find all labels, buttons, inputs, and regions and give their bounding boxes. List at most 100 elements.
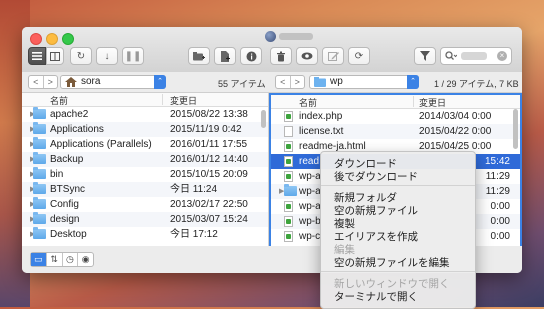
html-file-icon bbox=[284, 156, 293, 167]
modified-date: 0:00 bbox=[490, 231, 510, 242]
info-button[interactable] bbox=[240, 47, 262, 65]
new-file-button[interactable] bbox=[214, 47, 236, 65]
pause-button[interactable]: ❚❚ bbox=[122, 47, 144, 65]
file-name: Applications bbox=[50, 124, 104, 135]
file-name: wp-a bbox=[299, 186, 321, 197]
php-file-icon bbox=[284, 171, 293, 182]
left-vertical-scrollbar[interactable] bbox=[261, 110, 266, 128]
table-row[interactable]: license.txt 2015/04/22 0:00 bbox=[271, 124, 520, 139]
clear-search-icon[interactable]: × bbox=[497, 51, 507, 61]
table-row[interactable]: ▶Backup2016/01/12 14:40 bbox=[22, 152, 268, 167]
file-name: design bbox=[50, 214, 80, 225]
table-row[interactable]: ▶design2015/03/07 15:24 bbox=[22, 212, 268, 227]
file-name: read bbox=[299, 156, 320, 167]
refresh-icon: ↻ bbox=[76, 50, 86, 62]
file-name: index.php bbox=[299, 111, 343, 122]
new-file-icon bbox=[221, 50, 230, 62]
minimize-button[interactable] bbox=[46, 33, 58, 45]
list-icon bbox=[32, 52, 42, 60]
table-row[interactable]: ▶Applications (Parallels)2016/01/11 17:5… bbox=[22, 137, 268, 152]
right-vertical-scrollbar[interactable] bbox=[513, 109, 518, 149]
forward-chevron-icon[interactable]: > bbox=[44, 76, 58, 88]
history-clock-icon[interactable]: ◷ bbox=[63, 253, 79, 266]
view-mode-segment[interactable]: ▭ ⇅ ◷ ◉ bbox=[30, 252, 94, 267]
delete-button[interactable] bbox=[270, 47, 292, 65]
search-text-redacted bbox=[461, 52, 487, 60]
right-back-forward[interactable]: < > bbox=[275, 75, 305, 89]
file-name: apache2 bbox=[50, 109, 89, 120]
close-button[interactable] bbox=[30, 33, 42, 45]
table-row[interactable]: ▶Desktop今日 17:12 bbox=[22, 227, 268, 242]
sync-button[interactable]: ⟳ bbox=[348, 47, 370, 65]
folder-icon bbox=[33, 107, 46, 119]
modified-date: 2014/03/04 0:00 bbox=[419, 111, 492, 122]
table-row[interactable]: index.php 2014/03/04 0:00 bbox=[271, 109, 520, 124]
html-file-icon bbox=[284, 141, 293, 152]
home-icon bbox=[65, 77, 77, 87]
menu-item[interactable]: ターミナルで開く bbox=[334, 289, 418, 304]
back-chevron-icon[interactable]: < bbox=[276, 76, 291, 88]
preview-button[interactable] bbox=[296, 47, 318, 65]
download-button[interactable]: ↓ bbox=[96, 47, 118, 65]
modified-column-header[interactable]: 変更日 bbox=[170, 94, 197, 107]
modified-date: 2015/08/22 13:38 bbox=[170, 109, 248, 120]
file-name: Backup bbox=[50, 154, 84, 165]
table-row[interactable]: ▶Config2013/02/17 22:50 bbox=[22, 197, 268, 212]
modified-date: 2015/11/19 0:42 bbox=[170, 124, 242, 135]
name-column-header[interactable]: 名前 bbox=[299, 96, 317, 109]
sync-icon: ⟳ bbox=[354, 50, 364, 62]
book-icon[interactable]: ▭ bbox=[31, 253, 47, 266]
search-icon bbox=[445, 51, 457, 60]
forward-chevron-icon[interactable]: > bbox=[291, 76, 305, 88]
table-row[interactable]: ▶BTSync今日 11:24 bbox=[22, 182, 268, 197]
name-column-header[interactable]: 名前 bbox=[50, 94, 68, 107]
search-field[interactable]: × bbox=[440, 47, 512, 65]
php-file-icon bbox=[284, 231, 293, 242]
menu-item[interactable]: 後でダウンロード bbox=[334, 169, 418, 184]
modified-date: 2015/10/15 20:09 bbox=[170, 169, 248, 180]
titlebar: ↻ ↓ ❚❚ ⟳ × bbox=[22, 27, 522, 73]
filter-button[interactable] bbox=[414, 47, 436, 65]
modified-date: 2013/02/17 22:50 bbox=[170, 199, 248, 210]
window-title-redacted bbox=[279, 33, 313, 40]
left-back-forward[interactable]: < > bbox=[28, 75, 58, 89]
file-name: Config bbox=[50, 199, 79, 210]
transfers-icon[interactable]: ⇅ bbox=[47, 253, 63, 266]
columns-icon bbox=[50, 51, 60, 61]
column-divider[interactable] bbox=[162, 94, 163, 105]
right-path-select[interactable]: wp ⌃ bbox=[309, 75, 419, 89]
table-row[interactable]: ▶bin2015/10/15 20:09 bbox=[22, 167, 268, 182]
table-row[interactable]: ▶apache22015/08/22 13:38 bbox=[22, 107, 268, 122]
folder-icon bbox=[33, 152, 46, 164]
file-name: Desktop bbox=[50, 229, 87, 240]
table-row[interactable]: ▶Applications2015/11/19 0:42 bbox=[22, 122, 268, 137]
folder-icon bbox=[33, 167, 46, 179]
menu-separator bbox=[321, 185, 475, 186]
edit-pencil-icon bbox=[327, 51, 339, 61]
preview-eye-icon[interactable]: ◉ bbox=[78, 253, 93, 266]
file-name: wp-b bbox=[299, 216, 321, 227]
refresh-button[interactable]: ↻ bbox=[70, 47, 92, 65]
zoom-button[interactable] bbox=[62, 33, 74, 45]
left-item-count: 55 アイテム bbox=[218, 79, 266, 89]
modified-date: 2016/01/11 17:55 bbox=[170, 139, 248, 150]
download-arrow-icon: ↓ bbox=[104, 50, 110, 62]
column-view-button[interactable] bbox=[46, 47, 64, 65]
modified-date: 11:29 bbox=[485, 186, 510, 197]
dropdown-arrow-icon: ⌃ bbox=[407, 75, 419, 89]
modified-column-header[interactable]: 変更日 bbox=[419, 96, 446, 109]
php-file-icon bbox=[284, 216, 293, 227]
menu-item[interactable]: 空の新規ファイルを編集 bbox=[334, 255, 450, 270]
folder-icon bbox=[33, 122, 46, 134]
back-chevron-icon[interactable]: < bbox=[29, 76, 44, 88]
left-path-select[interactable]: sora ⌃ bbox=[60, 75, 166, 89]
php-file-icon bbox=[284, 111, 293, 122]
list-view-button[interactable] bbox=[28, 47, 46, 65]
folder-icon bbox=[33, 212, 46, 224]
new-folder-button[interactable] bbox=[188, 47, 210, 65]
edit-button[interactable] bbox=[322, 47, 344, 65]
folder-icon bbox=[284, 184, 297, 196]
file-name: bin bbox=[50, 169, 64, 180]
column-divider[interactable] bbox=[413, 96, 414, 107]
local-file-pane[interactable]: 名前 変更日 ▶apache22015/08/22 13:38▶Applicat… bbox=[22, 93, 269, 265]
